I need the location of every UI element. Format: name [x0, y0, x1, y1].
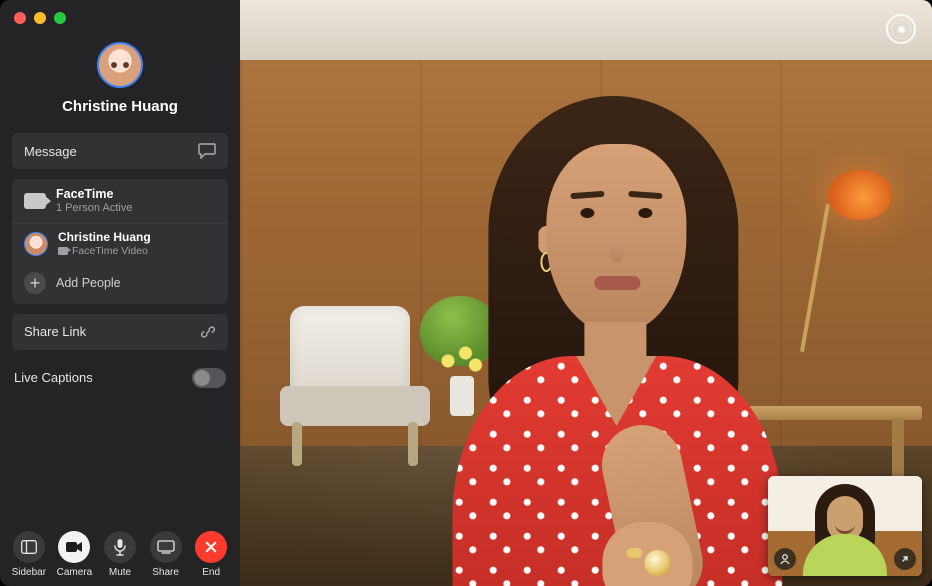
microphone-icon: [104, 531, 136, 563]
self-view-expand-button[interactable]: [894, 548, 916, 570]
sidebar-panel: Christine Huang Message FaceTime 1 Perso…: [0, 0, 240, 586]
self-view-effects-button[interactable]: [774, 548, 796, 570]
share-link-button[interactable]: Share Link: [12, 314, 228, 350]
share-button[interactable]: Share: [144, 531, 188, 578]
end-call-button[interactable]: End: [189, 531, 233, 578]
live-captions-toggle[interactable]: [192, 368, 226, 388]
plus-icon: +: [24, 272, 46, 294]
video-icon: [24, 193, 46, 209]
close-icon: [195, 531, 227, 563]
remote-video: [240, 0, 932, 586]
call-identity: Christine Huang: [0, 24, 240, 133]
camera-icon: [58, 531, 90, 563]
link-icon: [200, 324, 216, 340]
close-window-button[interactable]: [14, 12, 26, 24]
minimize-window-button[interactable]: [34, 12, 46, 24]
call-title: FaceTime: [56, 187, 132, 202]
contact-avatar: [97, 42, 143, 88]
message-icon: [198, 143, 216, 159]
add-people-button[interactable]: + Add People: [12, 264, 228, 304]
fullscreen-window-button[interactable]: [54, 12, 66, 24]
share-link-label: Share Link: [24, 324, 86, 339]
call-info-box: FaceTime 1 Person Active Christine Huang…: [12, 179, 228, 304]
sidebar-toggle-button[interactable]: Sidebar: [7, 531, 51, 578]
window-controls: [0, 0, 240, 24]
remote-participant-figure: [392, 36, 832, 586]
message-button[interactable]: Message: [12, 133, 228, 169]
camera-button[interactable]: Camera: [52, 531, 96, 578]
self-view[interactable]: [768, 476, 922, 576]
video-icon: [58, 247, 68, 255]
live-captions-row: Live Captions: [12, 360, 228, 396]
control-bar: Sidebar Camera Mute Share: [0, 525, 240, 586]
call-header[interactable]: FaceTime 1 Person Active: [12, 179, 228, 224]
mute-button[interactable]: Mute: [98, 531, 142, 578]
participant-row[interactable]: Christine Huang FaceTime Video: [12, 224, 228, 264]
participant-status: FaceTime Video: [58, 245, 151, 257]
participant-name: Christine Huang: [58, 231, 151, 245]
participant-avatar: [24, 232, 48, 256]
call-subtitle: 1 Person Active: [56, 202, 132, 215]
share-screen-icon: [150, 531, 182, 563]
sidebar-icon: [13, 531, 45, 563]
live-photo-button[interactable]: [886, 14, 916, 44]
message-label: Message: [24, 144, 77, 159]
live-captions-label: Live Captions: [14, 370, 93, 385]
add-people-label: Add People: [56, 276, 121, 290]
facetime-window: Christine Huang Message FaceTime 1 Perso…: [0, 0, 932, 586]
contact-name: Christine Huang: [16, 98, 224, 115]
